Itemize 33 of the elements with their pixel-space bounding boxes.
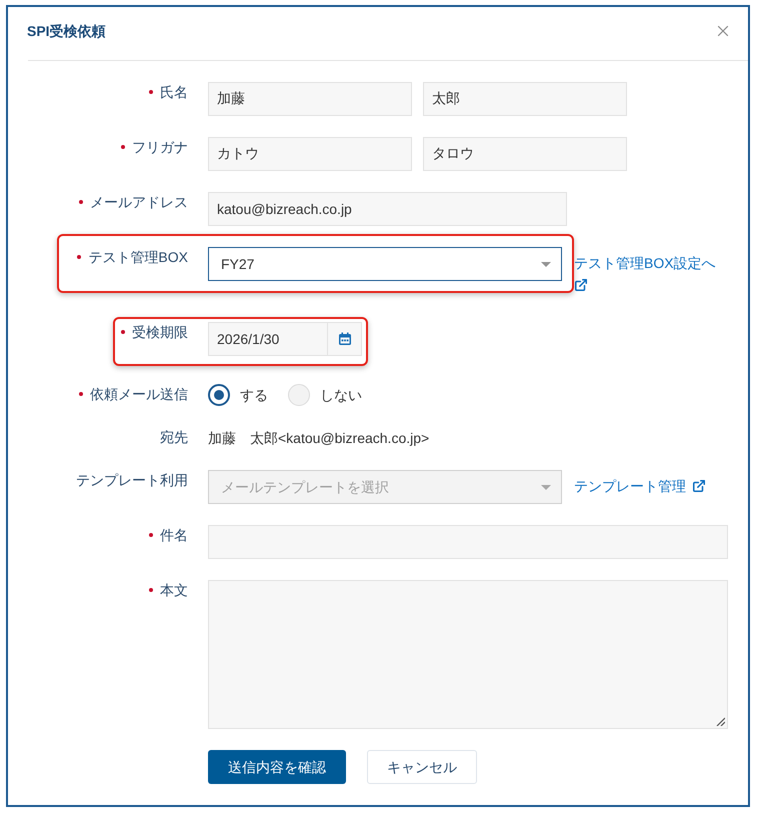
calendar-icon [338,332,352,346]
field-label: 受検期限 [132,323,188,342]
resize-handle-icon [716,717,725,726]
external-link-icon [692,479,706,493]
dialog-title: SPI受検依頼 [27,22,106,41]
subject-field[interactable] [208,525,728,559]
text-field[interactable]: 加藤 [208,82,412,116]
radio-label[interactable]: する [240,384,268,406]
field-label: フリガナ [132,138,188,157]
confirm-button[interactable]: 送信内容を確認 [208,750,346,784]
text-field[interactable]: カトウ [208,137,412,171]
field-label: メールアドレス [90,193,188,212]
calendar-button[interactable] [328,322,362,356]
field-label: 依頼メール送信 [90,385,188,404]
field-label: 件名 [160,526,188,545]
date-field[interactable]: 2026/1/30 [208,322,328,356]
email-field[interactable]: katou@bizreach.co.jp [208,192,567,226]
caret-down-icon [541,484,551,490]
dropdown-select[interactable]: FY27 [208,247,562,281]
recipient-text: 加藤 太郎<katou@bizreach.co.jp> [208,429,430,448]
external-link-icon [574,278,588,292]
field-label: 宛先 [160,428,188,447]
radio-button[interactable] [208,384,230,406]
text-field[interactable]: タロウ [423,137,627,171]
external-link[interactable]: テスト管理BOX設定へ [574,247,732,294]
field-label: テスト管理BOX [88,248,188,267]
cancel-button[interactable]: キャンセル [367,750,477,784]
field-label: テンプレート利用 [76,471,188,490]
text-field[interactable]: 太郎 [423,82,627,116]
field-label: 本文 [160,581,188,600]
field-label: 氏名 [160,83,188,102]
radio-label[interactable]: しない [320,384,362,406]
caret-down-icon [541,262,551,266]
